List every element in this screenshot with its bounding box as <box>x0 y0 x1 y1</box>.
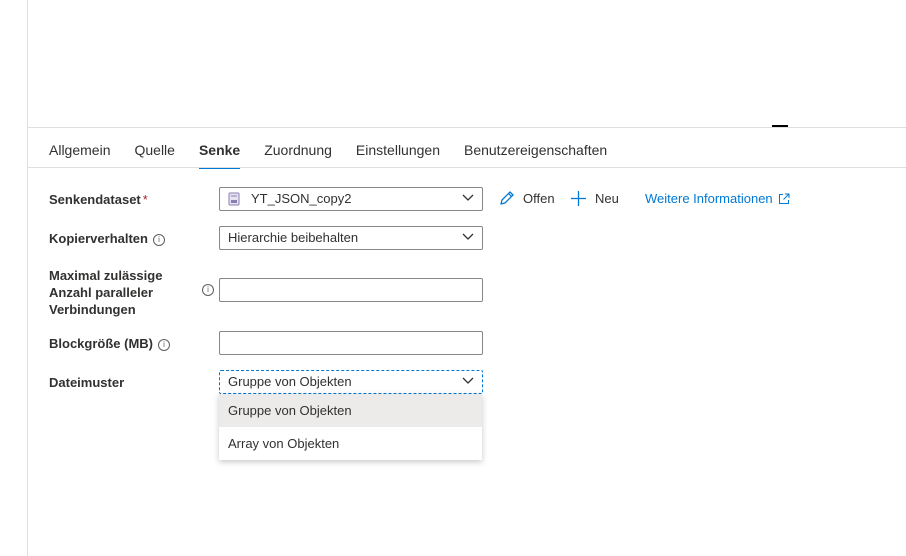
copy-behavior-select[interactable]: Hierarchie beibehalten <box>219 226 483 250</box>
panel-minimize-handle[interactable] <box>772 125 788 127</box>
file-pattern-value: Gruppe von Objekten <box>228 374 352 389</box>
tab-allgemein[interactable]: Allgemein <box>49 140 110 168</box>
tab-senke[interactable]: Senke <box>198 140 241 169</box>
info-icon[interactable]: i <box>202 284 214 296</box>
chevron-down-icon <box>462 233 474 240</box>
sink-dataset-select[interactable]: YT_JSON_copy2 <box>219 187 483 211</box>
more-info-link[interactable]: Weitere Informationen <box>645 191 790 206</box>
plus-icon <box>571 191 586 206</box>
new-button-label: Neu <box>595 191 619 206</box>
canvas-area <box>28 0 906 128</box>
max-connections-label-line: Verbindungen <box>49 302 136 317</box>
block-size-label: Blockgröße (MB) i <box>49 336 170 351</box>
required-mark: * <box>142 192 148 207</box>
pencil-icon <box>500 191 514 205</box>
copy-behavior-label: Kopierverhalten i <box>49 231 165 246</box>
new-button[interactable]: Neu <box>570 190 619 207</box>
copy-behavior-label-text: Kopierverhalten <box>49 231 148 246</box>
block-size-label-text: Blockgröße (MB) <box>49 336 153 351</box>
sink-dataset-value: YT_JSON_copy2 <box>251 191 352 206</box>
sink-dataset-label: Senkendataset * <box>49 192 148 207</box>
sink-dataset-label-text: Senkendataset <box>49 192 141 207</box>
json-dataset-icon <box>228 192 240 206</box>
copy-behavior-value: Hierarchie beibehalten <box>228 230 359 245</box>
external-link-icon <box>778 193 790 204</box>
open-button[interactable]: Offen <box>498 190 555 207</box>
left-rail <box>0 0 28 556</box>
tab-benutzereigenschaften[interactable]: Benutzereigenschaften <box>464 140 607 168</box>
file-pattern-label-text: Dateimuster <box>49 375 125 390</box>
block-size-input[interactable] <box>219 331 483 355</box>
chevron-down-icon <box>462 377 474 384</box>
open-button-label: Offen <box>523 191 555 206</box>
info-icon[interactable]: i <box>158 339 170 351</box>
max-connections-label: Maximal zulässige Anzahl paralleler Verb… <box>49 267 162 318</box>
file-pattern-label: Dateimuster <box>49 375 124 390</box>
file-pattern-select[interactable]: Gruppe von Objekten <box>219 370 483 394</box>
tabs-divider <box>28 167 906 168</box>
tab-zuordnung[interactable]: Zuordnung <box>264 140 332 168</box>
more-info-label: Weitere Informationen <box>645 191 773 206</box>
dropdown-option-group-of-objects[interactable]: Gruppe von Objekten <box>219 394 482 427</box>
tab-einstellungen[interactable]: Einstellungen <box>356 140 440 168</box>
dropdown-option-array-of-objects[interactable]: Array von Objekten <box>219 427 482 460</box>
max-connections-label-line: Anzahl paralleler <box>49 285 154 300</box>
tab-bar: Allgemein Quelle Senke Zuordnung Einstel… <box>49 140 631 169</box>
info-icon[interactable]: i <box>152 234 165 246</box>
max-connections-input[interactable] <box>219 278 483 302</box>
file-pattern-dropdown: Gruppe von Objekten Array von Objekten <box>219 394 482 460</box>
chevron-down-icon <box>462 194 474 201</box>
max-connections-label-line: Maximal zulässige <box>49 268 163 283</box>
tab-quelle[interactable]: Quelle <box>134 140 174 168</box>
